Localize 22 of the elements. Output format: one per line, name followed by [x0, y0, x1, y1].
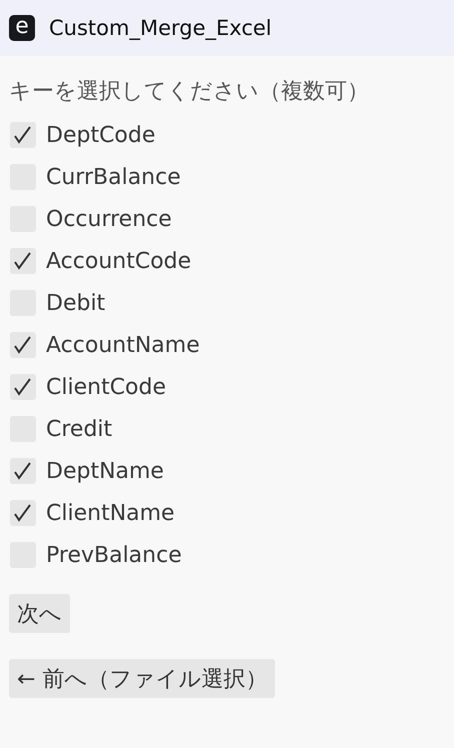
- next-button[interactable]: 次へ: [9, 594, 70, 633]
- window-title: Custom_Merge_Excel: [49, 16, 272, 40]
- checkbox-label: Credit: [46, 416, 112, 442]
- checkbox-label: Occurrence: [46, 206, 172, 232]
- checkbox-label: DeptName: [46, 458, 164, 484]
- checkbox-label: Debit: [46, 290, 106, 316]
- checkbox-label: ClientCode: [46, 374, 166, 400]
- instruction-text: キーを選択してください（複数可）: [9, 78, 369, 106]
- checkbox-label: AccountCode: [46, 248, 192, 274]
- checkbox[interactable]: [10, 374, 36, 400]
- checkbox[interactable]: [10, 332, 36, 358]
- checkbox[interactable]: [10, 122, 36, 148]
- checkbox[interactable]: [10, 248, 36, 274]
- checkbox-label: PrevBalance: [46, 542, 182, 568]
- checkbox[interactable]: [10, 500, 36, 526]
- back-button[interactable]: ← 前へ（ファイル選択）: [9, 659, 276, 698]
- checkbox-label: ClientName: [46, 500, 175, 526]
- checkbox[interactable]: [10, 458, 36, 484]
- app-icon: e: [9, 15, 35, 41]
- checkbox-label: CurrBalance: [46, 164, 181, 190]
- checkbox-label: DeptCode: [46, 122, 156, 148]
- checkbox-label: AccountName: [46, 332, 200, 358]
